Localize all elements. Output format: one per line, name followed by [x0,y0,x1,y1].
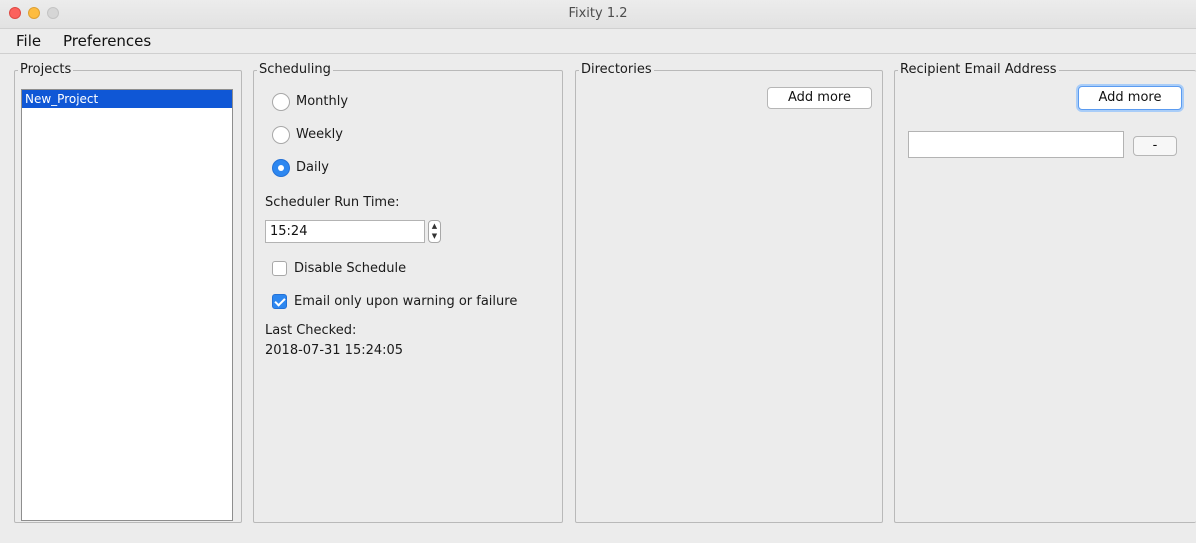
radio-daily-indicator[interactable] [272,159,290,177]
radio-daily-label: Daily [296,160,329,175]
remove-recipient-button[interactable]: - [1133,136,1177,156]
email-only-label: Email only upon warning or failure [294,294,518,309]
menu-preferences[interactable]: Preferences [63,32,151,50]
radio-monthly-label: Monthly [296,94,349,109]
run-time-field[interactable] [265,220,425,243]
email-only-box[interactable] [272,294,287,309]
disable-schedule-label: Disable Schedule [294,261,407,276]
last-checked-value: 2018-07-31 15:24:05 [265,343,404,358]
directories-group: Directories [575,62,883,523]
recipient-email-field[interactable] [908,131,1124,158]
disable-schedule-box[interactable] [272,261,287,276]
add-directory-button[interactable]: Add more [767,87,872,109]
list-item[interactable]: New_Project [22,90,232,108]
menu-file[interactable]: File [16,32,41,50]
projects-list[interactable]: New_Project [21,89,233,521]
radio-weekly-label: Weekly [296,127,343,142]
add-recipient-button[interactable]: Add more [1078,86,1182,110]
run-time-stepper[interactable]: ▲ ▼ [428,220,441,243]
stepper-down-icon[interactable]: ▼ [429,232,440,241]
radio-monthly-indicator[interactable] [272,93,290,111]
recipients-legend: Recipient Email Address [898,62,1059,78]
projects-legend: Projects [18,62,74,78]
radio-weekly-indicator[interactable] [272,126,290,144]
scheduling-legend: Scheduling [257,62,333,78]
run-time-label: Scheduler Run Time: [265,195,400,210]
window-title: Fixity 1.2 [568,6,628,21]
stepper-up-icon[interactable]: ▲ [429,222,440,231]
menu-bar: File Preferences [0,29,1196,54]
last-checked-label: Last Checked: [265,323,357,338]
title-bar: Fixity 1.2 [0,0,1196,29]
directories-legend: Directories [579,62,654,78]
